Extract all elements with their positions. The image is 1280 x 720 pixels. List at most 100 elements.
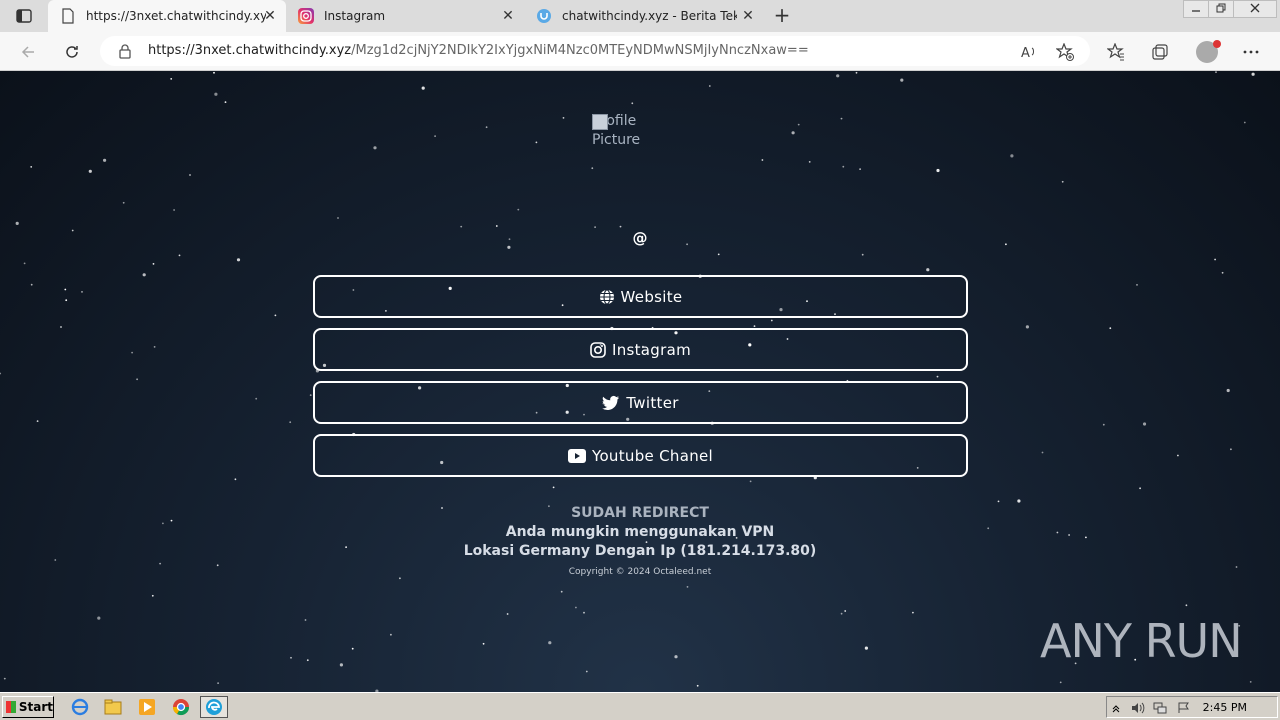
link-label: Twitter xyxy=(626,393,679,412)
star xyxy=(575,606,577,609)
star xyxy=(23,262,26,265)
star xyxy=(1109,327,1112,330)
globe-icon xyxy=(599,288,614,305)
svg-text:A: A xyxy=(1021,46,1030,61)
star xyxy=(65,299,68,302)
star xyxy=(1221,271,1224,274)
star xyxy=(861,253,864,256)
tab-instagram[interactable]: Instagram ✕ xyxy=(286,0,524,32)
star xyxy=(214,92,218,96)
close-tab-icon[interactable]: ✕ xyxy=(500,8,516,24)
star xyxy=(122,201,125,204)
star xyxy=(482,642,485,645)
star xyxy=(373,146,377,150)
tab-title: chatwithcindy.xyz - Berita Teknol xyxy=(562,9,737,23)
star xyxy=(495,225,498,227)
username: @ xyxy=(632,229,648,247)
star xyxy=(686,586,689,588)
star xyxy=(1139,487,1141,490)
star xyxy=(591,167,594,170)
star xyxy=(1251,72,1255,76)
explorer-icon[interactable] xyxy=(103,697,123,717)
edge-icon[interactable] xyxy=(200,696,228,718)
system-tray: 2:45 PM xyxy=(1106,696,1278,718)
star xyxy=(674,655,678,659)
star xyxy=(1010,154,1014,158)
star xyxy=(936,375,939,378)
new-tab-button[interactable]: + xyxy=(772,5,792,26)
star xyxy=(153,346,156,348)
star xyxy=(30,166,33,168)
star xyxy=(81,291,83,293)
url-text[interactable]: https://3nxet.chatwithcindy.xyz/Mzg1d2cj… xyxy=(148,43,809,58)
chevron-up-icon[interactable] xyxy=(1109,701,1123,715)
flag-icon[interactable] xyxy=(1177,701,1191,715)
start-button[interactable]: Start xyxy=(2,696,54,718)
star xyxy=(770,319,773,322)
star xyxy=(717,253,720,256)
star xyxy=(54,559,57,561)
star xyxy=(236,258,241,262)
back-button[interactable] xyxy=(16,40,40,64)
refresh-button[interactable] xyxy=(60,40,84,64)
star xyxy=(912,611,914,614)
navigation-bar: https://3nxet.chatwithcindy.xyz/Mzg1d2cj… xyxy=(0,32,1280,71)
star xyxy=(103,158,107,162)
twitter-icon xyxy=(602,395,620,410)
favorites-button[interactable] xyxy=(1105,41,1127,63)
settings-menu-button[interactable] xyxy=(1240,41,1262,63)
website-link-button[interactable]: Website xyxy=(313,275,968,318)
star xyxy=(289,421,292,424)
network-icon[interactable] xyxy=(1153,701,1167,715)
minimize-button[interactable] xyxy=(1183,0,1209,18)
site-icon xyxy=(537,9,551,23)
close-tab-icon[interactable]: ✕ xyxy=(262,8,278,24)
star xyxy=(3,677,6,680)
tab-title: https://3nxet.chatwithcindy.xyz/M xyxy=(86,9,266,23)
star xyxy=(797,123,800,126)
star xyxy=(306,659,309,662)
star xyxy=(159,562,162,565)
star xyxy=(562,117,565,119)
profile-avatar[interactable] xyxy=(1196,40,1221,63)
add-favorite-icon[interactable] xyxy=(1056,43,1074,61)
star xyxy=(1215,71,1217,73)
star xyxy=(178,254,181,257)
star xyxy=(337,217,339,219)
star xyxy=(517,208,520,211)
star xyxy=(1059,681,1062,684)
instagram-icon xyxy=(298,8,314,24)
star xyxy=(1102,423,1105,426)
lock-icon[interactable] xyxy=(118,43,132,59)
collections-button[interactable] xyxy=(1149,41,1171,63)
star xyxy=(460,225,463,228)
star xyxy=(1243,121,1246,124)
media-player-icon[interactable] xyxy=(137,697,157,717)
star xyxy=(142,273,146,277)
star xyxy=(594,226,596,229)
tab-chatwithcindy[interactable]: chatwithcindy.xyz - Berita Teknol ✕ xyxy=(524,0,764,32)
star xyxy=(840,612,843,615)
ie-icon[interactable] xyxy=(70,697,90,717)
restore-button[interactable] xyxy=(1208,0,1234,18)
close-window-button[interactable] xyxy=(1233,0,1277,18)
youtube-link-button[interactable]: Youtube Chanel xyxy=(313,434,968,477)
close-tab-icon[interactable]: ✕ xyxy=(740,8,756,24)
star xyxy=(0,372,2,375)
read-aloud-icon[interactable]: A xyxy=(1020,43,1038,61)
star xyxy=(535,141,538,144)
tab-active[interactable]: https://3nxet.chatwithcindy.xyz/M ✕ xyxy=(48,0,286,32)
collections-icon xyxy=(1152,44,1168,60)
favorites-icon xyxy=(1107,43,1124,61)
chrome-icon[interactable] xyxy=(171,697,191,717)
link-label: Website xyxy=(620,287,683,306)
star xyxy=(859,168,861,170)
twitter-link-button[interactable]: Twitter xyxy=(313,381,968,424)
star xyxy=(274,314,277,317)
volume-icon[interactable] xyxy=(1131,701,1145,715)
minimize-icon xyxy=(1192,10,1200,12)
address-bar[interactable]: https://3nxet.chatwithcindy.xyz/Mzg1d2cj… xyxy=(100,36,1090,66)
tab-actions-menu-icon[interactable] xyxy=(10,6,38,26)
star xyxy=(749,480,752,483)
instagram-link-button[interactable]: Instagram xyxy=(313,328,968,371)
